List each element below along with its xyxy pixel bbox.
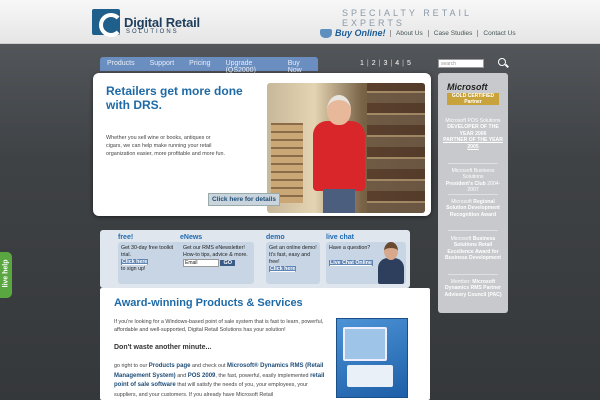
- live-help-label: live help: [2, 259, 10, 288]
- hero-photo: [267, 83, 425, 213]
- award-2: Microsoft Business Solutions President's…: [442, 168, 504, 194]
- email-input[interactable]: Email: [183, 259, 219, 267]
- hero-body: Whether you sell wine or books, antiques…: [106, 135, 225, 157]
- award-text: Member:: [450, 279, 471, 285]
- award-text: Microsoft: [451, 199, 472, 205]
- promo-free-after: to sign up!: [121, 266, 146, 272]
- pager-3[interactable]: 3: [383, 60, 387, 67]
- search-icon[interactable]: [498, 58, 506, 66]
- live-chat-link[interactable]: Live Chat Online: [329, 260, 373, 266]
- pager-sep: |: [390, 60, 393, 67]
- details-button[interactable]: Click here for details: [208, 193, 280, 206]
- pager-sep: |: [402, 60, 404, 67]
- pager-5[interactable]: 5: [407, 60, 411, 67]
- chat-agent-avatar: [378, 242, 404, 286]
- gold-certified-badge: GOLD CERTIFIED Partner: [447, 93, 499, 105]
- pager-4[interactable]: 4: [395, 60, 399, 67]
- tab-support[interactable]: Support: [143, 57, 183, 71]
- promo-chat-title: live chat: [326, 234, 355, 241]
- main-nav: Products Support Pricing Upgrade (QS2000…: [100, 57, 318, 74]
- photo-shelf: [271, 123, 303, 203]
- content-intro: If you're looking for a Windows-based po…: [114, 319, 324, 333]
- award-text: Microsoft Business Solutions: [451, 168, 495, 181]
- promo-free: free!: [118, 234, 133, 241]
- about-us-link[interactable]: About Us: [390, 30, 428, 37]
- photo-store-interior: [367, 83, 425, 213]
- tagline: SPECIALTY RETAIL EXPERTS: [342, 8, 472, 28]
- logo-name[interactable]: Digital Retail: [124, 15, 200, 30]
- award-3: Microsoft Regional Solution Development …: [442, 199, 504, 218]
- promo-free-title: free!: [118, 234, 134, 241]
- award-link[interactable]: PARTNER OF THE YEAR 2005: [443, 137, 503, 149]
- promo-enews-text: Get our RMS eNewsletter! How-to tips, ad…: [183, 245, 248, 258]
- award-5: Member: Microsoft Dynamics RMS Partner A…: [442, 279, 504, 298]
- award-1: Microsoft POS Solutions DEVELOPER OF THE…: [442, 118, 504, 150]
- tab-buy-now[interactable]: Buy Now: [281, 57, 318, 74]
- microsoft-logo: Microsoft: [447, 82, 488, 92]
- promo-enews-title: eNews: [180, 234, 203, 241]
- demo-link[interactable]: Click here: [269, 266, 297, 272]
- tab-pricing[interactable]: Pricing: [182, 57, 218, 71]
- pos-product-name: POS 2009: [187, 372, 216, 379]
- promo-enews: eNews: [180, 234, 202, 241]
- promo-chat: live chat: [326, 234, 354, 241]
- logo-icon[interactable]: [92, 9, 123, 37]
- chat-agent-torso: [378, 258, 404, 284]
- pager-sep: |: [366, 60, 369, 67]
- promo-strip: free! Get 30-day free toolkit trial. Cli…: [100, 230, 410, 288]
- pager-sep: |: [378, 60, 381, 67]
- sidebar-divider: [448, 274, 498, 275]
- slide-pager: 1 | 2 | 3 | 4 | 5: [360, 60, 411, 67]
- content-body: go right to our Products page and check …: [114, 362, 329, 400]
- buy-online-label: Buy Online!: [335, 28, 386, 38]
- tab-upgrade[interactable]: Upgrade (QS2000): [219, 57, 281, 74]
- promo-free-text: Get 30-day free toolkit trial.: [121, 245, 174, 258]
- award-text: Microsoft: [450, 236, 472, 242]
- photo-person-head: [327, 95, 351, 125]
- body-text: , the fast, powerful, easily implemented: [215, 372, 309, 379]
- main-content: Award-winning Products & Services If you…: [100, 288, 430, 400]
- live-help-tab[interactable]: live help: [0, 252, 12, 298]
- body-text: go right to our: [114, 363, 148, 369]
- buy-online-link[interactable]: Buy Online!: [320, 28, 386, 38]
- sidebar-divider: [448, 194, 498, 195]
- body-text: and: [177, 372, 187, 379]
- cart-icon: [320, 28, 332, 38]
- promo-demo-text: Get an online demo! It's fast, easy and …: [269, 245, 317, 265]
- tab-products[interactable]: Products: [100, 57, 143, 71]
- promo-demo: demo: [266, 234, 285, 241]
- award-title: President's Club: [445, 180, 486, 187]
- hero-title: Retailers get more done with DRS.: [106, 84, 243, 112]
- logo-sub: SOLUTIONS: [126, 29, 179, 35]
- search-input[interactable]: search: [438, 59, 484, 68]
- promo-enews-card: Get our RMS eNewsletter! How-to tips, ad…: [180, 242, 254, 284]
- sidebar-divider: [448, 163, 498, 164]
- chat-agent-head: [384, 242, 398, 260]
- promo-free-card: Get 30-day free toolkit trial. Click her…: [118, 242, 184, 284]
- content-heading: Don't waste another minute...: [114, 344, 212, 351]
- sidebar-divider: [448, 230, 498, 231]
- case-studies-link[interactable]: Case Studies: [427, 30, 478, 37]
- award-4: Microsoft Business Solutions Retail Exce…: [442, 236, 504, 262]
- pager-2[interactable]: 2: [372, 60, 376, 67]
- site-header: Digital Retail SOLUTIONS SPECIALTY RETAI…: [0, 0, 600, 44]
- product-box-image[interactable]: [336, 318, 408, 398]
- pager-1[interactable]: 1: [360, 60, 364, 67]
- top-links: About Us Case Studies Contact Us: [390, 30, 521, 37]
- content-title: Award-winning Products & Services: [114, 297, 303, 309]
- products-page-link[interactable]: Products page: [149, 363, 191, 369]
- photo-person: [307, 95, 371, 213]
- hero-banner: Retailers get more done with DRS. Whethe…: [93, 73, 431, 216]
- photo-person-legs: [323, 189, 355, 213]
- contact-us-link[interactable]: Contact Us: [477, 30, 520, 37]
- go-button[interactable]: GO: [220, 260, 236, 266]
- photo-person-body: [313, 121, 365, 191]
- promo-demo-card: Get an online demo! It's fast, easy and …: [266, 242, 320, 284]
- award-title: DEVELOPER OF THE YEAR 2006: [447, 124, 499, 137]
- body-text: and check out: [191, 363, 226, 369]
- promo-demo-title: demo: [266, 234, 285, 241]
- free-trial-link[interactable]: Click here: [121, 259, 149, 265]
